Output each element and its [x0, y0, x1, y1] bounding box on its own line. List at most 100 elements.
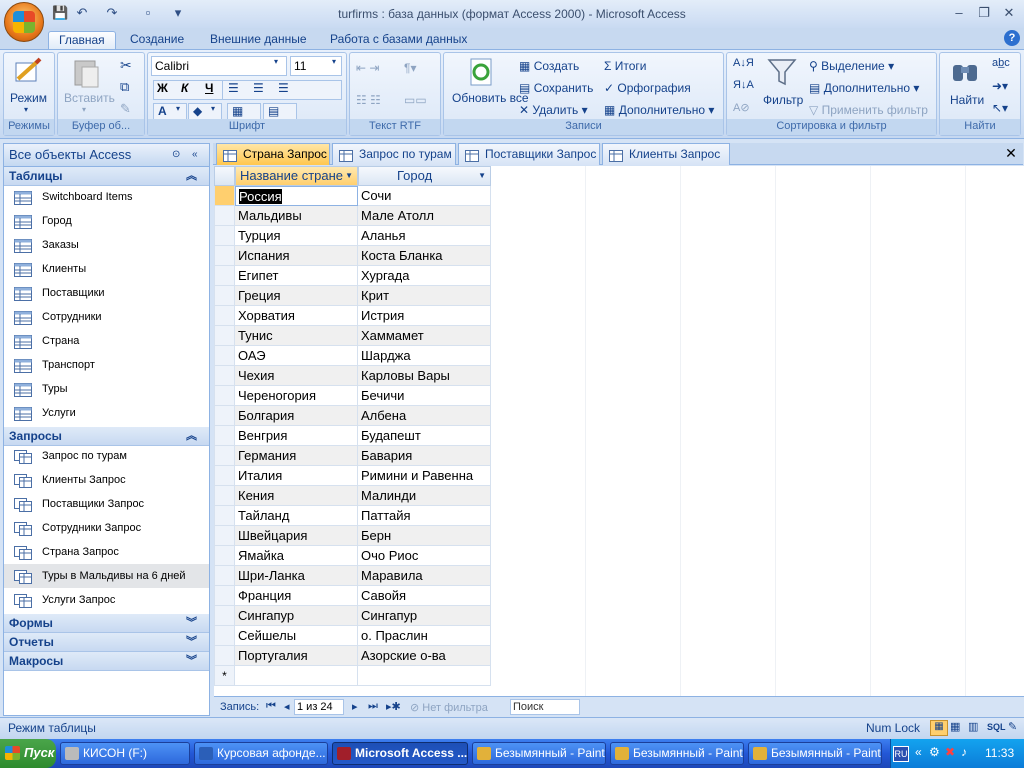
row-selector[interactable]: [214, 286, 235, 306]
task-access[interactable]: Microsoft Access ...: [332, 742, 468, 765]
section-reports[interactable]: Отчеты ︾: [4, 633, 209, 652]
font-name-select[interactable]: Calibri: [151, 56, 287, 76]
cell-city[interactable]: Коста Бланка: [358, 246, 491, 266]
nav-item-table[interactable]: Поставщики: [4, 281, 209, 305]
cell-country[interactable]: Сейшелы: [235, 626, 358, 646]
cell-country[interactable]: Ямайка: [235, 546, 358, 566]
view-button[interactable]: Режим: [10, 91, 47, 105]
cell-country[interactable]: Чехия: [235, 366, 358, 386]
cell-city[interactable]: Мале Атолл: [358, 206, 491, 226]
new-record-marker[interactable]: *: [214, 666, 235, 686]
chevron-down-icon[interactable]: ▼: [345, 167, 353, 185]
save-record-button[interactable]: ▤ Сохранить: [519, 81, 593, 95]
cell-city[interactable]: Малинди: [358, 486, 491, 506]
advanced-filter-button[interactable]: ▤ Дополнительно ▾: [809, 81, 919, 95]
prev-record-icon[interactable]: ◂: [284, 700, 290, 713]
cell-city[interactable]: Римини и Равенна: [358, 466, 491, 486]
next-record-icon[interactable]: ▸: [352, 700, 358, 713]
select-all-corner[interactable]: [214, 166, 235, 186]
cell-country[interactable]: Германия: [235, 446, 358, 466]
totals-button[interactable]: Σ Итоги: [604, 59, 647, 73]
row-selector[interactable]: [214, 346, 235, 366]
underline-button[interactable]: Ч: [205, 81, 213, 95]
show-hidden-icons[interactable]: «: [915, 745, 922, 759]
clear-sort-icon[interactable]: А⊘: [733, 101, 750, 114]
nav-item-table[interactable]: Клиенты: [4, 257, 209, 281]
cell-country[interactable]: Шри-Ланка: [235, 566, 358, 586]
chevron-down-icon[interactable]: ▾: [82, 105, 86, 114]
cell-country[interactable]: Тунис: [235, 326, 358, 346]
replace-icon[interactable]: ab̲c: [992, 57, 1010, 69]
row-selector[interactable]: [214, 246, 235, 266]
cell-city[interactable]: о. Праслин: [358, 626, 491, 646]
cell-country[interactable]: Сингапур: [235, 606, 358, 626]
align-right-icon[interactable]: ☰: [278, 81, 289, 95]
tab-external-data[interactable]: Внешние данные: [200, 31, 317, 50]
row-selector[interactable]: [214, 306, 235, 326]
cell-city[interactable]: Крит: [358, 286, 491, 306]
chevron-down-icon[interactable]: ▾: [332, 57, 336, 66]
cell-city[interactable]: Азорские о-ва: [358, 646, 491, 666]
nav-item-table[interactable]: Город: [4, 209, 209, 233]
nav-item-query[interactable]: Туры в Мальдивы на 6 дней: [4, 564, 209, 588]
align-left-icon[interactable]: ☰: [228, 81, 239, 95]
row-selector[interactable]: [214, 186, 235, 206]
nav-item-query[interactable]: Услуги Запрос: [4, 588, 209, 612]
cell-city[interactable]: Аланья: [358, 226, 491, 246]
row-selector[interactable]: [214, 466, 235, 486]
cell-city[interactable]: Савойя: [358, 586, 491, 606]
cell-country[interactable]: Мальдивы: [235, 206, 358, 226]
network-icon[interactable]: ✖: [945, 745, 955, 759]
last-record-icon[interactable]: ⏭: [368, 700, 378, 713]
new-record-nav-icon[interactable]: ▸✱: [386, 700, 401, 713]
format-painter-icon[interactable]: ✎: [120, 101, 131, 117]
chevron-down-icon[interactable]: ▾: [24, 105, 28, 114]
cell-country[interactable]: Швейцария: [235, 526, 358, 546]
antivirus-icon[interactable]: ⚙: [929, 745, 940, 759]
row-selector[interactable]: [214, 266, 235, 286]
cell-country[interactable]: Франция: [235, 586, 358, 606]
cell-country[interactable]: Хорватия: [235, 306, 358, 326]
row-selector[interactable]: [214, 566, 235, 586]
cell-city[interactable]: Бавария: [358, 446, 491, 466]
nav-item-table[interactable]: Услуги: [4, 401, 209, 425]
row-selector[interactable]: [214, 446, 235, 466]
nav-item-query[interactable]: Сотрудники Запрос: [4, 516, 209, 540]
list-bullets-icon[interactable]: ☷ ☷: [356, 93, 381, 107]
nav-item-query[interactable]: Запрос по турам: [4, 444, 209, 468]
cell-city[interactable]: Хаммамет: [358, 326, 491, 346]
column-header-city[interactable]: Город ▼: [358, 166, 491, 186]
doc-tab-country-query[interactable]: Страна Запрос: [216, 143, 330, 165]
task-word[interactable]: Курсовая афонде...: [194, 742, 328, 765]
copy-icon[interactable]: ⧉: [120, 79, 129, 95]
task-paint-1[interactable]: Безымянный - Paint: [472, 742, 606, 765]
tab-database-tools[interactable]: Работа с базами данных: [320, 31, 477, 50]
toggle-filter-button[interactable]: ▽ Применить фильтр: [809, 103, 928, 117]
row-selector[interactable]: [214, 386, 235, 406]
doc-tab-tours-query[interactable]: Запрос по турам: [332, 143, 456, 165]
close-icon[interactable]: ✕: [1000, 5, 1018, 21]
cell-country[interactable]: Болгария: [235, 406, 358, 426]
cell-country[interactable]: Россия: [235, 186, 358, 206]
cell-country[interactable]: Португалия: [235, 646, 358, 666]
section-tables[interactable]: Таблицы ︽: [4, 167, 209, 186]
bold-button[interactable]: Ж: [157, 81, 168, 95]
paste-button[interactable]: Вставить: [64, 91, 115, 105]
cell-country[interactable]: Тайланд: [235, 506, 358, 526]
nav-item-table[interactable]: Заказы: [4, 233, 209, 257]
help-icon[interactable]: ?: [1004, 30, 1020, 46]
nav-menu-icon[interactable]: ⊙: [172, 144, 180, 166]
collapse-pane-icon[interactable]: «: [192, 144, 198, 166]
row-selector[interactable]: [214, 226, 235, 246]
row-selector[interactable]: [214, 366, 235, 386]
cell-city[interactable]: Маравила: [358, 566, 491, 586]
cell-country[interactable]: Череногория: [235, 386, 358, 406]
restore-icon[interactable]: ❐: [975, 5, 993, 21]
tab-home[interactable]: Главная: [48, 31, 116, 50]
new-record-cell[interactable]: [358, 666, 491, 686]
volume-icon[interactable]: ♪: [961, 745, 967, 759]
row-selector[interactable]: [214, 506, 235, 526]
nav-header[interactable]: Все объекты Access ⊙ «: [3, 143, 210, 167]
cell-country[interactable]: Греция: [235, 286, 358, 306]
close-document-icon[interactable]: ✕: [1003, 145, 1019, 161]
